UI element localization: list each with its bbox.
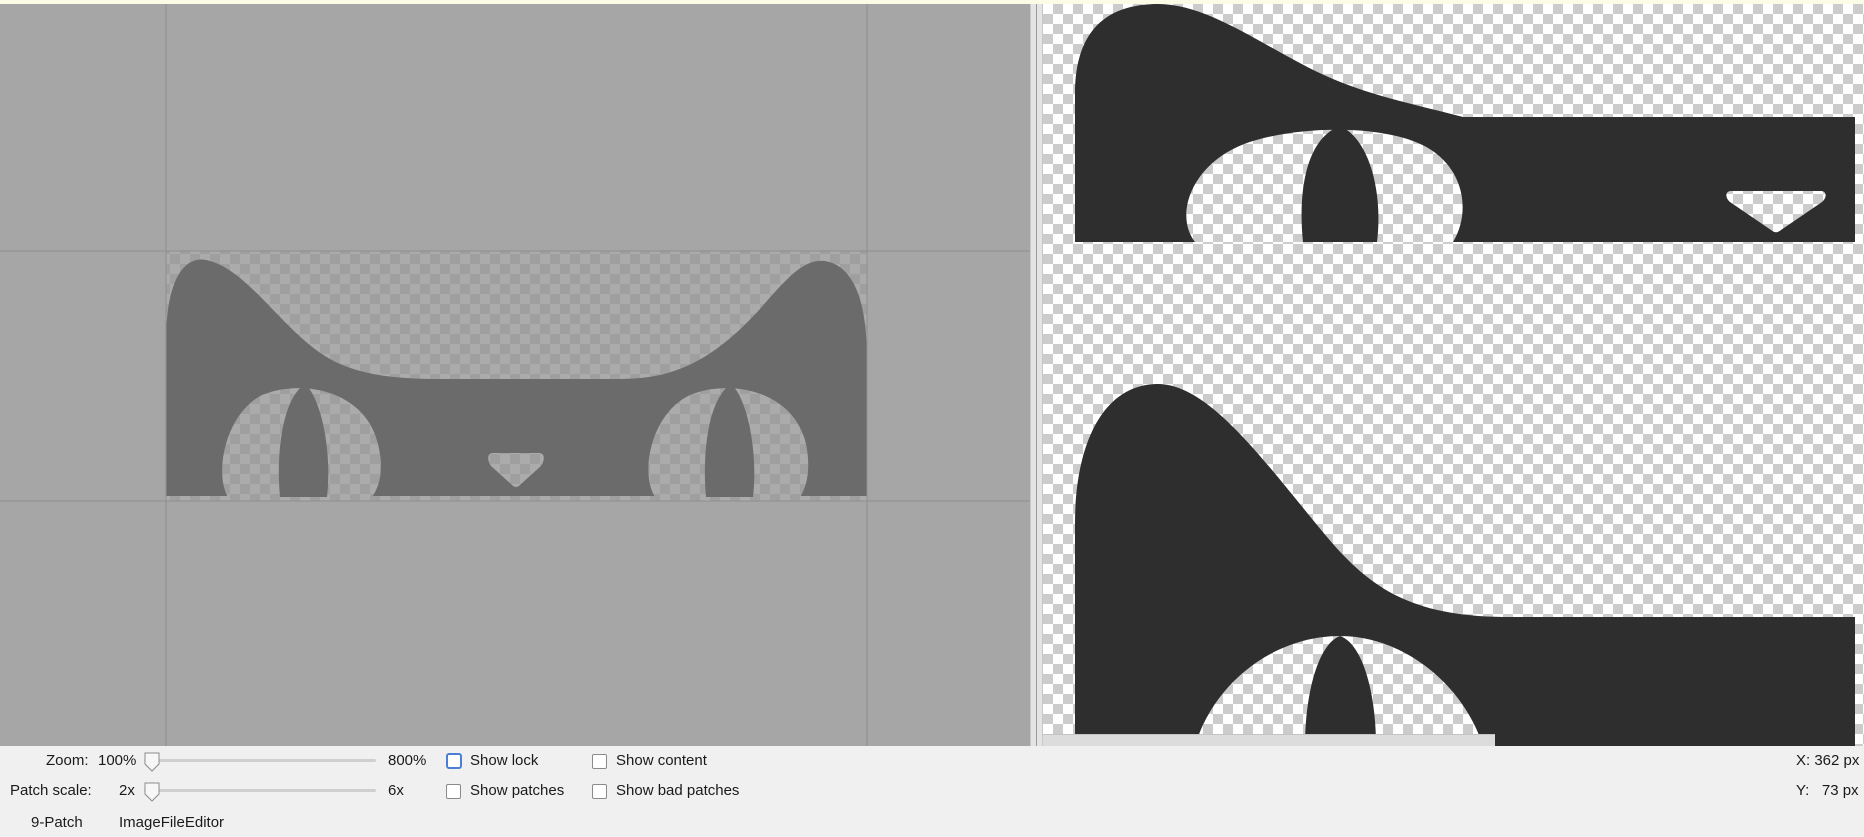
preview-horizontal-stretch: [1075, 4, 1855, 242]
zoom-label: Zoom:: [46, 752, 89, 769]
patch-scale-slider-thumb[interactable]: [144, 782, 160, 802]
show-content-checkbox[interactable]: [592, 754, 607, 769]
show-bad-patches-label: Show bad patches: [616, 782, 740, 799]
zoom-slider[interactable]: [144, 752, 376, 772]
show-patches-label: Show patches: [470, 782, 565, 799]
show-lock-label: Show lock: [470, 752, 539, 769]
cursor-x-readout: X: 362 px: [1796, 752, 1860, 769]
tab-9-patch[interactable]: 9-Patch: [31, 814, 83, 831]
pane-splitter[interactable]: [1030, 4, 1043, 746]
show-lock-checkbox[interactable]: [446, 753, 462, 769]
tab-image-file-editor[interactable]: ImageFileEditor: [119, 814, 224, 831]
preview-horizontal-scrollbar[interactable]: [1043, 734, 1495, 746]
zoom-max-value: 800%: [388, 752, 427, 769]
cursor-y-readout: Y: 73 px: [1796, 782, 1859, 799]
zoom-slider-thumb[interactable]: [144, 752, 160, 772]
preview-vertical-stretch: [1075, 384, 1855, 746]
show-patches-checkbox[interactable]: [446, 784, 461, 799]
patch-scale-max-value: 6x: [388, 782, 404, 799]
zoom-min-value: 100%: [98, 752, 137, 769]
show-content-label: Show content: [616, 752, 707, 769]
patch-scale-min-value: 2x: [119, 782, 135, 799]
show-bad-patches-checkbox[interactable]: [592, 784, 607, 799]
patch-preview-pane[interactable]: [1043, 4, 1864, 746]
nine-patch-editor-canvas[interactable]: [0, 4, 1030, 746]
patch-scale-slider[interactable]: [144, 782, 376, 802]
patch-scale-label: Patch scale:: [10, 782, 92, 799]
